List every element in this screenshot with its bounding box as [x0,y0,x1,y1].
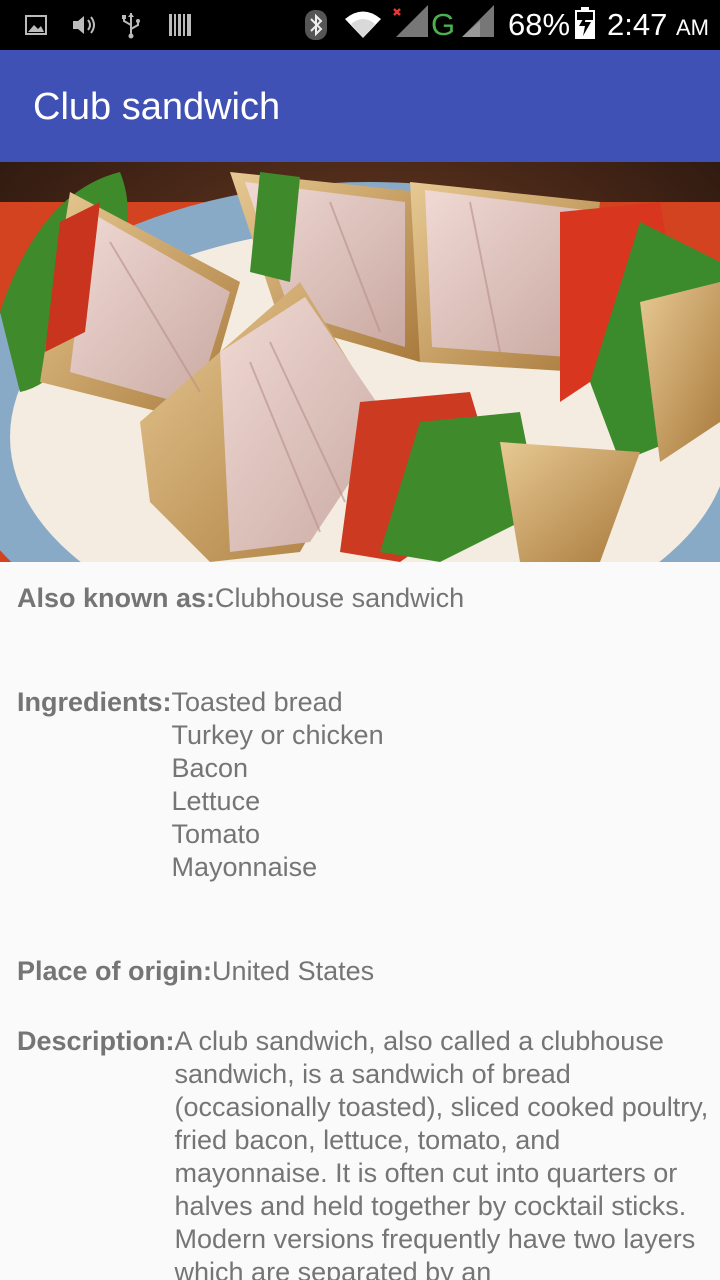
network-type-label: G [431,7,456,42]
bluetooth-icon [304,10,328,40]
also-known-as-row: Also known as: Clubhouse sandwich [17,582,464,615]
barcode-icon [168,10,192,40]
clock-ampm: AM [675,15,709,40]
status-bar: G 68% 2:47 AM [0,0,720,50]
image-icon [24,10,48,40]
app-bar: Club sandwich [0,50,720,162]
clock: 2:47 AM [607,6,709,47]
also-known-as-label: Also known as: [17,583,216,613]
sandwich-photo [0,162,720,562]
volume-icon [70,10,98,40]
place-of-origin-row: Place of origin: United States [17,955,374,988]
signal-no-sim-icon [390,5,430,37]
place-of-origin-value: United States [212,956,375,986]
ingredients-row: Ingredients: Toasted bread Turkey or chi… [17,686,384,884]
ingredients-label: Ingredients: [17,687,172,717]
place-of-origin-label: Place of origin: [17,956,213,986]
details-section: Also known as: Clubhouse sandwich Ingred… [0,562,720,1280]
description-row: Description: A club sandwich, also calle… [17,1025,711,1280]
wifi-icon [343,10,383,40]
also-known-as-value: Clubhouse sandwich [215,583,465,613]
ingredients-value: Toasted bread Turkey or chicken Bacon Le… [171,687,384,882]
description-value: A club sandwich, also called a clubhouse… [174,1026,709,1280]
battery-percent-label: 68% [508,7,571,42]
page-title: Club sandwich [33,86,281,128]
usb-icon [120,10,142,40]
signal-icon [458,5,496,37]
description-label: Description: [17,1026,175,1056]
clock-time: 2:47 [607,7,668,42]
battery-charging-icon [573,7,597,39]
